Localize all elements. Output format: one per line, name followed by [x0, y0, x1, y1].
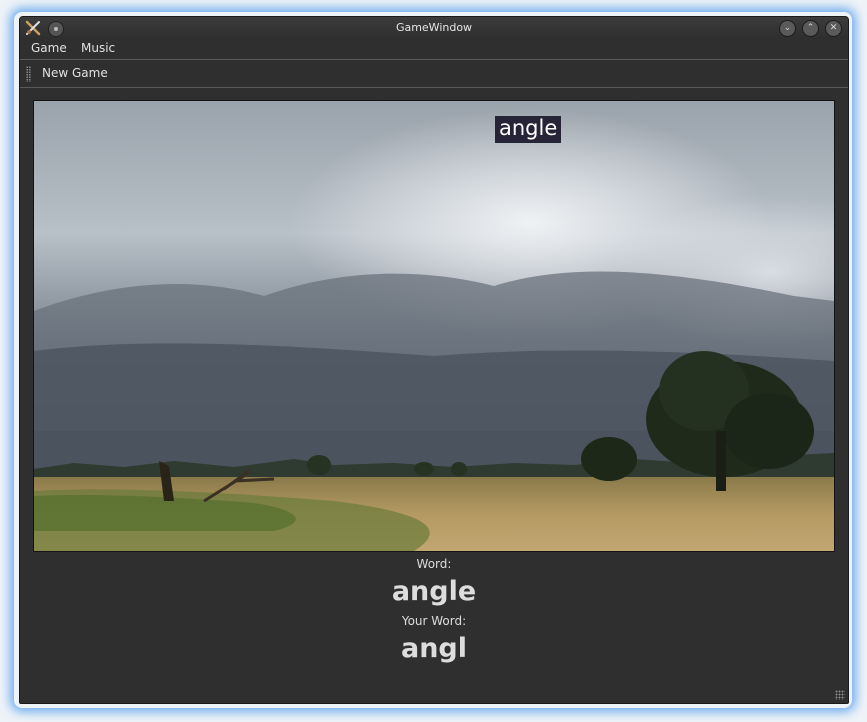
maximize-icon[interactable]: ⌃ [802, 20, 819, 37]
minimize-icon[interactable]: ⌄ [779, 20, 796, 37]
menu-bar: Game Music [20, 39, 848, 59]
close-icon[interactable]: ✕ [825, 20, 842, 37]
falling-word: angle [495, 116, 562, 143]
your-word-label: Your Word: [401, 614, 467, 628]
typed-word: angl [400, 633, 468, 664]
menu-music[interactable]: Music [81, 41, 115, 55]
landscape-image [34, 101, 834, 551]
toolbar-separator [20, 87, 848, 88]
new-game-button[interactable]: New Game [42, 66, 108, 80]
word-label: Word: [416, 557, 452, 571]
window-title: GameWindow [395, 21, 473, 34]
resize-grip-icon[interactable] [835, 690, 845, 700]
target-word: angle [391, 576, 477, 607]
toolbar: New Game [20, 60, 848, 87]
game-window: GameWindow ⌄ ⌃ ✕ Game Music New Game ang… [19, 16, 849, 704]
title-bar[interactable]: GameWindow ⌄ ⌃ ✕ [20, 17, 848, 39]
toolbar-grip-icon[interactable] [26, 66, 31, 82]
menu-game[interactable]: Game [31, 41, 67, 55]
game-scene[interactable] [33, 100, 835, 552]
